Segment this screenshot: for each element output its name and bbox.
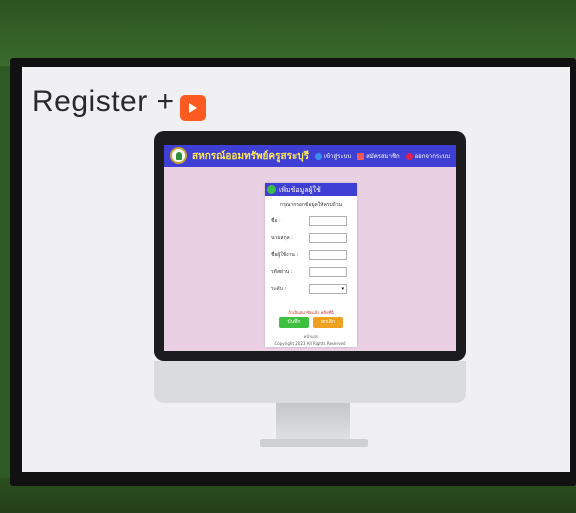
nav-logout[interactable]: ออกจากระบบ [405,153,450,160]
logout-icon [405,153,413,160]
add-user-icon [267,185,276,194]
monitor-chin [154,361,466,403]
username-label: ชื่อผู้ใช้งาน : [271,252,299,258]
monitor-base [260,439,368,447]
top-nav: เข้าสู่ระบบ สมัครสมาชิก ออกจากระบบ [311,151,450,161]
login-hint-link[interactable]: ถ้าเป็นสมาชิกแล้ว คลิกที่นี่ [265,309,357,316]
cancel-button[interactable]: ยกเลิก [313,317,343,328]
password-input[interactable] [309,267,347,277]
slide-title: Register + [32,85,175,118]
password-row: รหัสผ่าน : [271,267,355,277]
app-header: สหกรณ์ออมทรัพย์ครูสระบุรี เข้าสู่ระบบ สม… [164,145,456,167]
nav-login[interactable]: เข้าสู่ระบบ [314,153,351,160]
home-link[interactable]: หน้าแรก [265,333,357,340]
level-label: ระดับ : [271,286,287,292]
form-title: เพิ่มข้อมูลผู้ใช้ [279,186,321,194]
play-icon [180,95,206,121]
user-icon [314,153,322,160]
footer-copyright: Copyright 2023 All Rights Reserved [274,341,346,346]
first-name-label: ชื่อ : [271,218,281,224]
chevron-down-icon: ▾ [341,286,344,292]
form-header: เพิ่มข้อมูลผู้ใช้ [265,183,357,196]
level-select[interactable]: ▾ [309,284,347,294]
last-name-input[interactable] [309,233,347,243]
password-label: รหัสผ่าน : [271,269,293,275]
nav-register[interactable]: สมัครสมาชิก [357,153,400,160]
book-icon [357,153,365,160]
level-row: ระดับ : ▾ [271,284,355,294]
monitor-stand [276,403,350,441]
first-name-row: ชื่อ : [271,216,355,226]
form-subtitle: กรุณากรอกข้อมูลให้ครบถ้วน [280,202,342,208]
site-title: สหกรณ์ออมทรัพย์ครูสระบุรี [192,151,310,162]
first-name-input[interactable] [309,216,347,226]
last-name-row: นามสกุล : [271,233,355,243]
username-input[interactable] [309,250,347,260]
save-button[interactable]: บันทึก [279,317,309,328]
presentation-slide: Register + สหกรณ์ออมทรัพย์ครูสระบุรี เข้… [22,67,570,472]
last-name-label: นามสกุล : [271,235,293,241]
app-screen: สหกรณ์ออมทรัพย์ครูสระบุรี เข้าสู่ระบบ สม… [164,145,456,351]
username-row: ชื่อผู้ใช้งาน : [271,250,355,260]
register-form: เพิ่มข้อมูลผู้ใช้ กรุณากรอกข้อมูลให้ครบถ… [265,183,357,347]
logo-icon [170,147,187,164]
wall-background [0,0,576,66]
